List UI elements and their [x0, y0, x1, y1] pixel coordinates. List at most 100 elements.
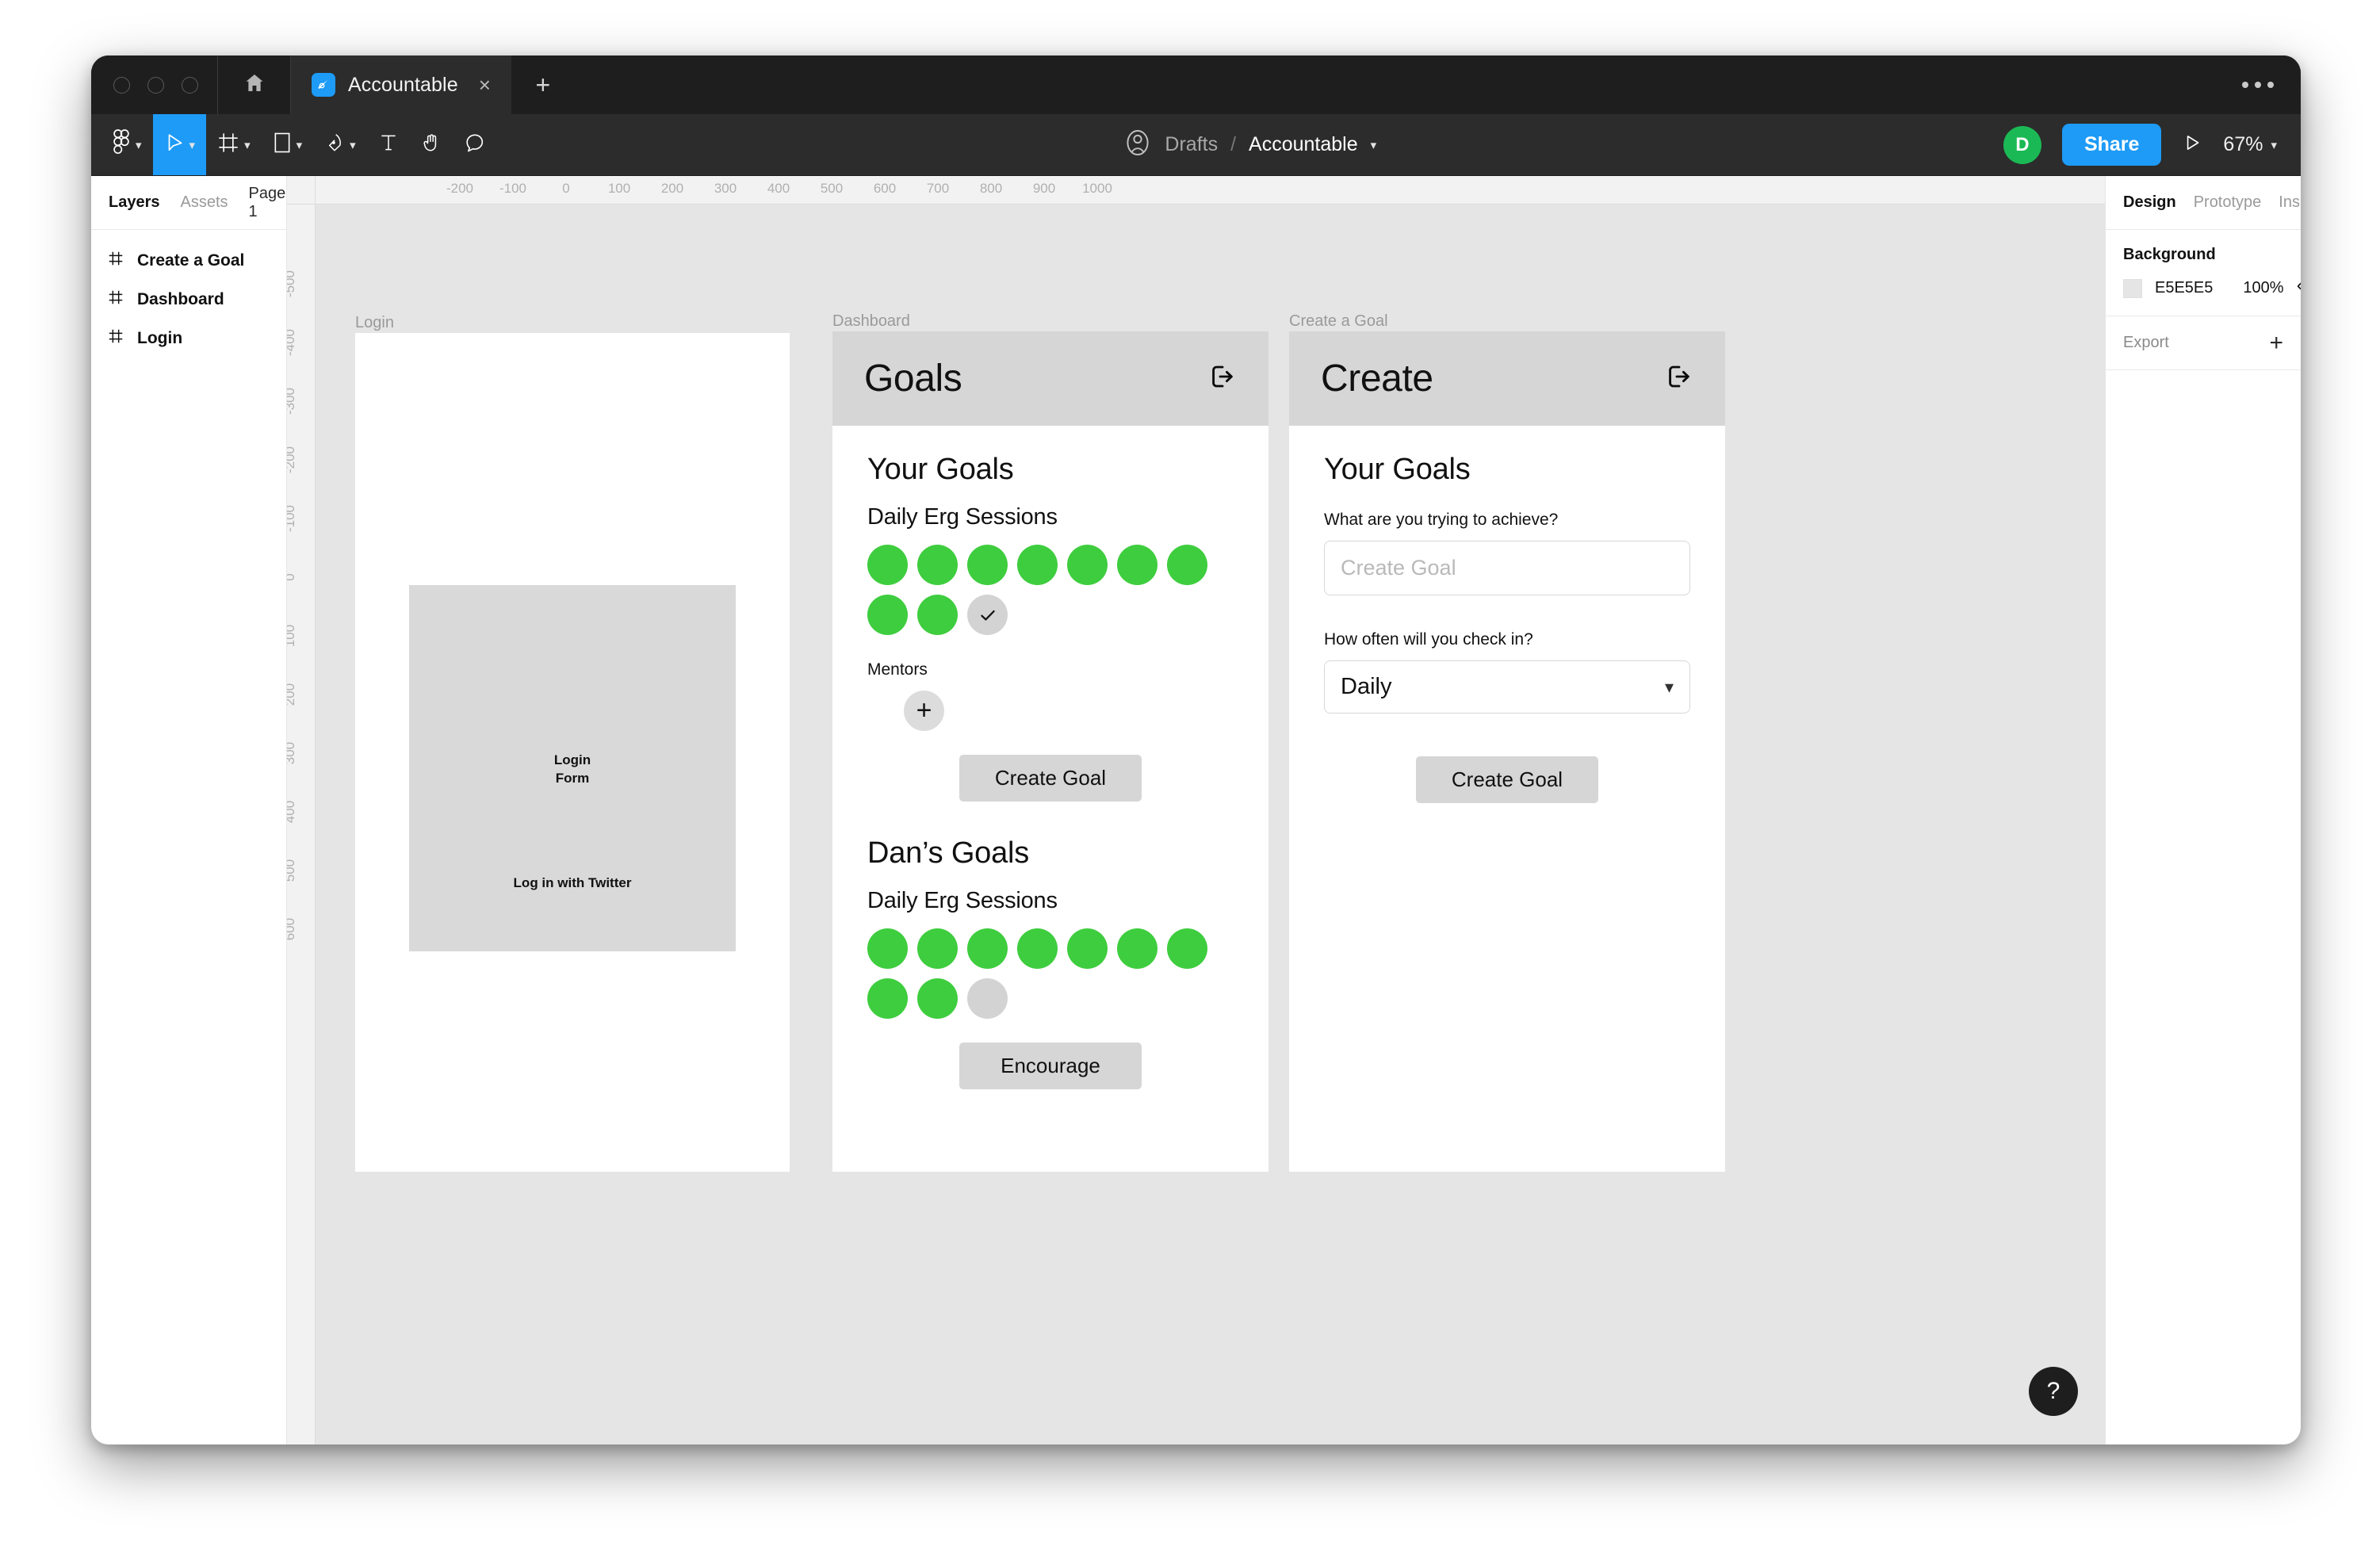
main-menu-button[interactable]: ▾: [91, 114, 153, 175]
close-icon[interactable]: ×: [476, 71, 494, 98]
progress-dot-pending[interactable]: [967, 978, 1008, 1019]
create-goal-button[interactable]: Create Goal: [959, 755, 1142, 802]
create-title: Create: [1321, 358, 1433, 400]
progress-dot-done[interactable]: [917, 978, 958, 1019]
comment-tool-button[interactable]: [453, 114, 497, 175]
tab-design[interactable]: Design: [2123, 193, 2176, 212]
progress-dot-done[interactable]: [967, 545, 1008, 585]
pen-tool-button[interactable]: ▾: [313, 114, 367, 175]
shape-tool-button[interactable]: ▾: [262, 114, 314, 175]
play-triangle-icon[interactable]: [2182, 132, 2202, 158]
goal-name-input[interactable]: Create Goal: [1324, 541, 1690, 595]
cursor-arrow-icon: [164, 131, 185, 159]
frame-create-a-goal[interactable]: Create Your Goals What are you trying to…: [1289, 331, 1725, 1172]
progress-dot-done[interactable]: [1017, 545, 1058, 585]
design-panel: Design Prototype Inspect Background E5E5…: [2105, 176, 2301, 1444]
breadcrumb: Drafts / Accountable ▾: [497, 114, 2003, 175]
progress-dot-done[interactable]: [967, 928, 1008, 969]
zoom-control[interactable]: 67% ▾: [2223, 133, 2277, 156]
create-goal-button[interactable]: Create Goal: [1416, 756, 1598, 803]
horizontal-ruler: -200 -100 0 100 200 300 400 500 600 700 800 900 1000: [316, 176, 2105, 205]
tab-inspect[interactable]: Inspect: [2279, 193, 2301, 212]
help-button[interactable]: ?: [2029, 1367, 2078, 1416]
add-export-button[interactable]: +: [2269, 331, 2283, 355]
minimize-window-button[interactable]: [147, 76, 164, 94]
ruler-tick-v: -400: [287, 328, 297, 357]
layer-item-create-a-goal[interactable]: Create a Goal: [91, 241, 286, 280]
rectangle-icon: [273, 131, 292, 159]
frame-label-create-a-goal[interactable]: Create a Goal: [1289, 312, 1388, 331]
create-goal-button-row: Create Goal: [867, 755, 1234, 802]
frame-login[interactable]: Login Form Log in with Twitter: [355, 333, 790, 1172]
layer-list: Create a Goal Dashboard Login: [91, 230, 286, 358]
tab-prototype[interactable]: Prototype: [2194, 193, 2262, 212]
design-canvas[interactable]: Login Login Form Log in with Twitter Das…: [316, 205, 2105, 1444]
frame-dashboard[interactable]: Goals Your Goals Daily Erg Sessions Ment…: [832, 331, 1268, 1172]
color-swatch[interactable]: [2123, 278, 2142, 298]
tab-layers[interactable]: Layers: [109, 193, 160, 212]
ruler-tick-v: -500: [287, 270, 297, 298]
close-window-button[interactable]: [113, 76, 130, 94]
progress-dot-done[interactable]: [917, 595, 958, 635]
progress-dot-done[interactable]: [917, 545, 958, 585]
progress-dot-done[interactable]: [867, 545, 908, 585]
text-tool-button[interactable]: [367, 114, 410, 175]
ruler-tick-h: 400: [767, 181, 790, 196]
user-avatar-icon[interactable]: [1123, 127, 1152, 163]
progress-dot-done[interactable]: [1067, 545, 1108, 585]
overflow-menu-icon[interactable]: [2215, 55, 2301, 114]
ruler-tick-v: -300: [287, 387, 297, 415]
add-mentor-button[interactable]: +: [904, 691, 944, 731]
logout-icon[interactable]: [1208, 362, 1237, 395]
maximize-window-button[interactable]: [182, 76, 198, 94]
progress-dot-done[interactable]: [917, 928, 958, 969]
home-button[interactable]: [218, 55, 291, 114]
move-tool-button[interactable]: ▾: [152, 114, 207, 175]
friend-goal-name-label: Daily Erg Sessions: [867, 888, 1058, 913]
chevron-down-icon[interactable]: ▾: [1371, 140, 1377, 151]
progress-dot-checkin-today[interactable]: [967, 595, 1008, 635]
avatar[interactable]: D: [2003, 125, 2041, 164]
progress-dot-done[interactable]: [867, 978, 908, 1019]
breadcrumb-file[interactable]: Accountable: [1249, 133, 1358, 156]
progress-dot-done[interactable]: [1067, 928, 1108, 969]
layer-item-dashboard[interactable]: Dashboard: [91, 280, 286, 319]
twitter-login-button[interactable]: Log in with Twitter: [514, 875, 632, 891]
login-form-placeholder[interactable]: Login Form Log in with Twitter: [409, 585, 736, 951]
hand-tool-button[interactable]: [410, 114, 453, 175]
progress-dot-done[interactable]: [867, 928, 908, 969]
eye-icon[interactable]: [2297, 278, 2301, 298]
dashboard-header: Goals: [832, 331, 1268, 426]
new-tab-button[interactable]: +: [511, 55, 575, 114]
progress-dot-done[interactable]: [1117, 545, 1157, 585]
ruler-tick-v: -200: [287, 446, 297, 474]
chevron-down-icon: ▾: [2271, 139, 2277, 152]
frame-label-login[interactable]: Login: [355, 314, 394, 332]
logout-icon[interactable]: [1665, 362, 1693, 395]
workspace: Layers Assets Page 1 ▾ Create a Goal: [91, 176, 2301, 1444]
progress-dot-done[interactable]: [1117, 928, 1157, 969]
progress-dot-done[interactable]: [1167, 545, 1207, 585]
progress-dot-done[interactable]: [1017, 928, 1058, 969]
background-hex-value[interactable]: E5E5E5: [2155, 279, 2213, 297]
ruler-tick-v: 400: [287, 800, 297, 824]
pen-icon: [324, 131, 345, 159]
progress-dot-done[interactable]: [867, 595, 908, 635]
checkin-question-label: How often will you check in?: [1324, 630, 1533, 649]
frame-tool-button[interactable]: ▾: [206, 114, 262, 175]
text-icon: [378, 131, 399, 159]
layer-item-login[interactable]: Login: [91, 319, 286, 358]
ruler-tick-h: 700: [926, 181, 950, 196]
breadcrumb-project[interactable]: Drafts: [1165, 133, 1218, 156]
tab-assets[interactable]: Assets: [181, 193, 228, 212]
your-goals-heading: Your Goals: [867, 453, 1014, 486]
encourage-button[interactable]: Encourage: [959, 1043, 1142, 1089]
file-tab[interactable]: Accountable ×: [291, 55, 511, 114]
background-opacity-value[interactable]: 100%: [2243, 279, 2283, 297]
progress-dot-done[interactable]: [1167, 928, 1207, 969]
frame-label-dashboard[interactable]: Dashboard: [832, 312, 910, 331]
share-button[interactable]: Share: [2061, 124, 2162, 166]
frequency-select[interactable]: Daily ▾: [1324, 660, 1690, 714]
layers-panel: Layers Assets Page 1 ▾ Create a Goal: [91, 176, 297, 1444]
create-body: Your Goals What are you trying to achiev…: [1289, 426, 1725, 803]
